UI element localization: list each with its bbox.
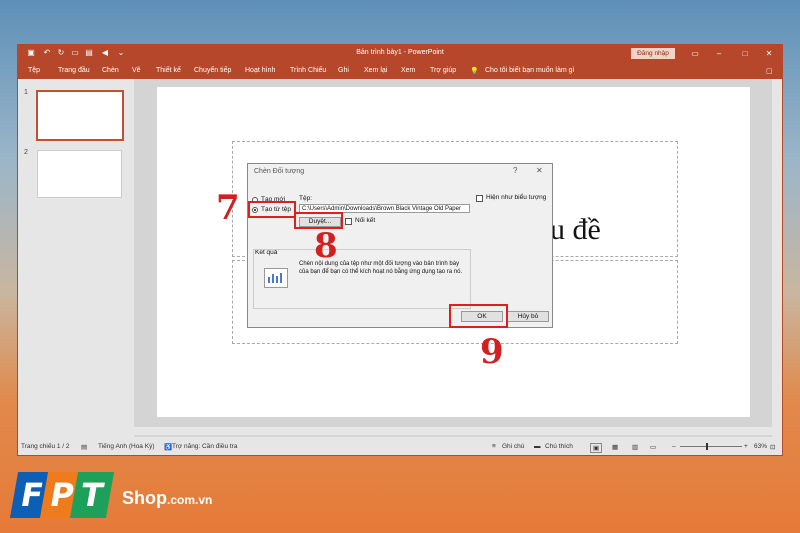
step-number-8: 8	[314, 226, 338, 266]
ribbon-tabs: Tệp Trang đầu Chèn Vẽ Thiết kế Chuyển ti…	[18, 62, 782, 79]
thumbnail-slide-2[interactable]	[37, 150, 122, 198]
tab-design[interactable]: Thiết kế	[156, 67, 181, 74]
tell-me-search[interactable]: Cho tôi biết bạn muốn làm gì	[485, 67, 575, 74]
link-label[interactable]: Nối kết	[355, 217, 375, 224]
sign-in-button[interactable]: Đăng nhập	[631, 48, 675, 59]
step-number-7: 7	[216, 188, 240, 228]
accessibility-status[interactable]: Trợ năng: Cần điều tra	[172, 443, 237, 450]
tab-help[interactable]: Trợ giúp	[430, 67, 456, 74]
lightbulb-icon: 💡	[470, 68, 479, 75]
tab-view[interactable]: Xem	[401, 67, 415, 74]
tab-draw[interactable]: Vẽ	[132, 67, 141, 74]
close-icon[interactable]: ✕	[762, 48, 776, 59]
tab-animations[interactable]: Hoạt hình	[245, 67, 275, 74]
spellcheck-icon[interactable]: ▤	[81, 443, 87, 451]
maximize-icon[interactable]: □	[738, 48, 752, 59]
notes-button[interactable]: Ghi chú	[502, 443, 524, 450]
slide-title-text: u đề	[550, 213, 601, 246]
language-indicator[interactable]: Tiếng Anh (Hoa Kỳ)	[98, 443, 154, 450]
tab-record[interactable]: Ghi	[338, 67, 349, 74]
logo-letter-t: T	[69, 472, 115, 518]
brand-shop: Shop	[122, 488, 167, 508]
display-as-icon-checkbox[interactable]	[476, 195, 483, 202]
minimize-icon[interactable]: –	[712, 48, 726, 59]
normal-view-icon[interactable]: ▣	[590, 443, 603, 453]
dialog-close-button[interactable]: ✕	[536, 166, 543, 175]
document-object-icon	[264, 268, 288, 288]
step-number-9: 9	[480, 332, 504, 372]
accessibility-icon: ♿	[164, 444, 173, 451]
thumbnail-number: 1	[24, 89, 28, 96]
tab-insert[interactable]: Chèn	[102, 67, 119, 74]
slide-thumbnail-pane: 1 2	[18, 79, 133, 439]
brand-name: Shop.com.vn	[122, 488, 212, 509]
comments-icon: ▬	[534, 443, 541, 450]
display-as-icon-label[interactable]: Hiện như biểu tượng	[486, 194, 546, 201]
thumbnail-number: 2	[24, 149, 28, 156]
highlight-ok	[449, 304, 508, 328]
highlight-create-from-file	[248, 201, 296, 218]
dialog-title: Chèn Đối tượng	[254, 168, 305, 175]
vertical-scrollbar[interactable]	[774, 79, 782, 437]
tab-file[interactable]: Tệp	[28, 67, 40, 74]
slide-sorter-icon[interactable]: ▦	[612, 443, 618, 451]
slideshow-icon[interactable]: ▭	[650, 443, 656, 451]
title-bar: ▣ ↶ ↻ ▭ ▤ ◀ ⌄ Bản trình bày1 - PowerPoin…	[18, 45, 782, 62]
zoom-slider-thumb[interactable]	[706, 443, 708, 450]
zoom-slider[interactable]	[680, 446, 742, 447]
reading-view-icon[interactable]: ▥	[632, 443, 638, 451]
comment-icon[interactable]: ▢	[766, 67, 773, 75]
thumbnail-slide-1[interactable]	[36, 90, 124, 141]
zoom-level[interactable]: 63%	[754, 443, 767, 450]
status-bar: Trang chiếu 1 / 2 ▤ Tiếng Anh (Hoa Kỳ) ♿…	[18, 438, 782, 455]
fit-slide-icon[interactable]: ⊡	[770, 443, 775, 451]
zoom-in-icon[interactable]: +	[744, 443, 748, 450]
brand-domain: .com.vn	[167, 493, 213, 507]
help-button[interactable]: ?	[513, 166, 517, 175]
horizontal-scrollbar[interactable]	[134, 427, 772, 435]
link-checkbox[interactable]	[345, 218, 352, 225]
file-label: Tệp:	[299, 195, 313, 202]
slide-count: Trang chiếu 1 / 2	[21, 443, 70, 450]
comments-button[interactable]: Chú thích	[545, 443, 573, 450]
cancel-button[interactable]: Hủy bỏ	[507, 311, 549, 322]
tab-home[interactable]: Trang đầu	[58, 67, 90, 74]
restore-ribbon-icon[interactable]: ▭	[688, 48, 702, 59]
tab-review[interactable]: Xem lại	[364, 67, 387, 74]
tab-transitions[interactable]: Chuyển tiếp	[194, 67, 231, 74]
notes-icon: ≡	[492, 443, 496, 450]
zoom-out-icon[interactable]: –	[672, 443, 676, 450]
tab-slideshow[interactable]: Trình Chiếu	[290, 67, 326, 74]
